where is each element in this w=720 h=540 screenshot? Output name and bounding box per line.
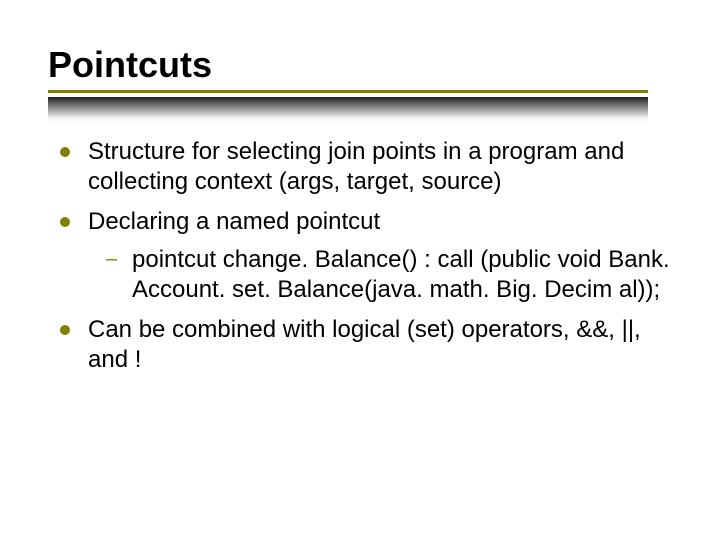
title-block: Pointcuts <box>48 44 672 123</box>
slide-body: Structure for selecting join points in a… <box>48 137 672 375</box>
bullet-text: Can be combined with logical (set) opera… <box>88 316 641 373</box>
bullet-text: Structure for selecting join points in a… <box>88 138 624 195</box>
sub-bullet-text: pointcut change. Balance() : call (publi… <box>132 246 670 303</box>
title-shadow <box>48 97 648 123</box>
slide: Pointcuts Structure for selecting join p… <box>0 0 720 540</box>
sub-bullet-item: pointcut change. Balance() : call (publi… <box>88 245 672 305</box>
bullet-item: Can be combined with logical (set) opera… <box>48 315 672 375</box>
bullet-item: Declaring a named pointcut pointcut chan… <box>48 207 672 305</box>
bullet-item: Structure for selecting join points in a… <box>48 137 672 197</box>
slide-title: Pointcuts <box>48 44 672 86</box>
bullet-text: Declaring a named pointcut <box>88 208 380 235</box>
title-underline <box>48 90 648 93</box>
bullet-list: Structure for selecting join points in a… <box>48 137 672 375</box>
sub-bullet-list: pointcut change. Balance() : call (publi… <box>88 245 672 305</box>
